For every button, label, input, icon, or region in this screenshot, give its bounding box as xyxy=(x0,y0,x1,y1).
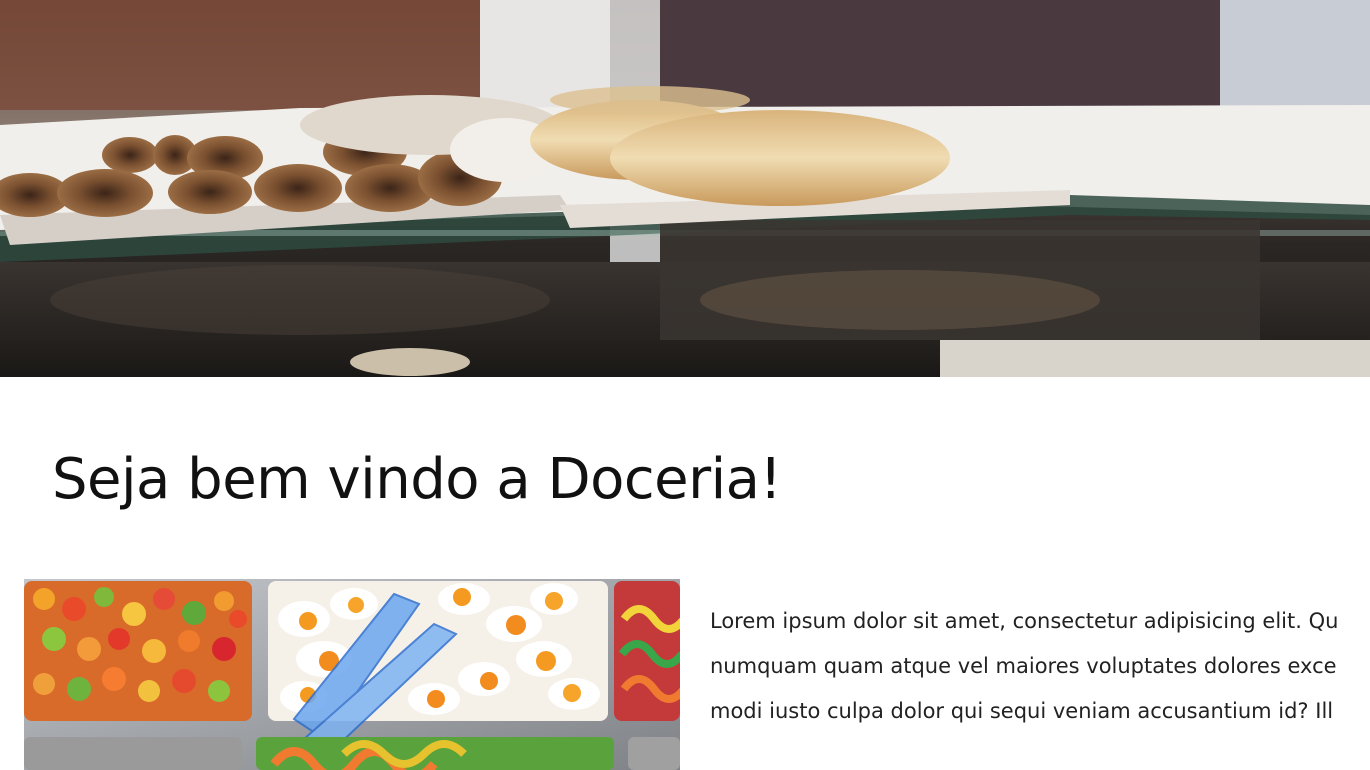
candy-bins-illustration xyxy=(24,579,680,770)
intro-paragraph: Lorem ipsum dolor sit amet, consectetur … xyxy=(710,599,1370,734)
paragraph-line: modi iusto culpa dolor qui sequi veniam … xyxy=(710,699,1334,723)
page: Seja bem vindo a Doceria! Lorem ipsum do… xyxy=(0,0,1370,770)
paragraph-line: Lorem ipsum dolor sit amet, consectetur … xyxy=(710,609,1339,633)
page-title: Seja bem vindo a Doceria! xyxy=(52,447,782,512)
candy-image xyxy=(24,579,680,770)
paragraph-line: numquam quam atque vel maiores voluptate… xyxy=(710,654,1337,678)
bakery-display-illustration xyxy=(0,0,1370,377)
hero-image xyxy=(0,0,1370,377)
